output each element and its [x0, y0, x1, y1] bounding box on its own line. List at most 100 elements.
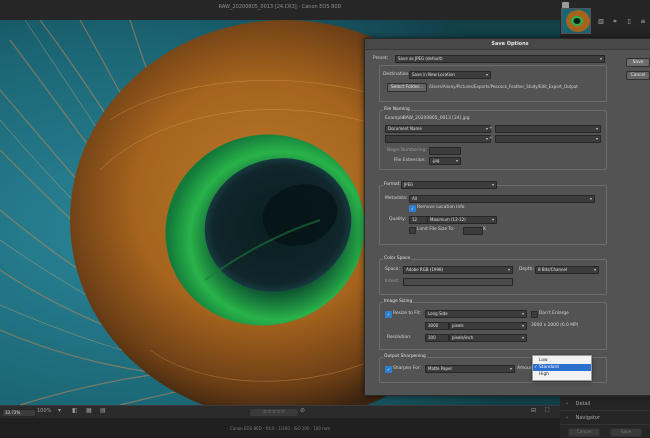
intent-label: Intent:: [385, 279, 400, 284]
panel-navigator[interactable]: › Navigator: [560, 410, 650, 425]
destination-select[interactable]: Save in New Location ▾: [409, 71, 491, 79]
limit-file-size-label: Limit File Size To:: [417, 227, 455, 232]
chevron-down-icon: ▾: [521, 335, 524, 340]
histogram-icon[interactable]: ▥: [597, 18, 605, 26]
fullscreen-icon[interactable]: ⛶: [545, 407, 549, 415]
resize-to-fit-value: Long Side: [428, 311, 448, 316]
resolution-unit-select[interactable]: pixels/inch ▾: [449, 334, 527, 342]
save-options-dialog: Save Options Preset: Save as JPEG (defau…: [364, 38, 650, 396]
depth-value: 8 Bits/Channel: [538, 267, 568, 272]
chevron-down-icon: ▾: [491, 182, 494, 187]
limit-file-size-input[interactable]: [463, 227, 483, 235]
split-view-icon[interactable]: ⊟: [531, 407, 536, 414]
destination-label: Destination:: [383, 72, 410, 77]
star-rating[interactable]: ☆☆☆☆☆: [250, 409, 298, 416]
chevron-down-icon: ▾: [485, 136, 488, 141]
preset-label: Preset:: [373, 56, 389, 61]
panel-histogram[interactable]: Cancel Save: [560, 424, 650, 438]
metadata-select[interactable]: All ▾: [409, 195, 595, 203]
metadata-label: Metadata:: [385, 196, 408, 201]
done-disabled-button: Save: [610, 428, 642, 437]
grid-icon[interactable]: ▦: [86, 407, 92, 414]
chevron-down-icon[interactable]: ▾: [58, 407, 61, 414]
trash-icon[interactable]: ▯: [625, 18, 633, 26]
quality-label: Quality:: [389, 217, 406, 222]
sharpen-for-value: Matte Paper: [428, 366, 453, 371]
file-extension-label: File Extension:: [394, 158, 426, 163]
amount-option-low[interactable]: Low: [533, 357, 591, 364]
status-text: Canon EOS 80D · f/4.0 · 1/160 · ISO 100 …: [229, 426, 331, 431]
panel-detail[interactable]: › Detail: [560, 396, 650, 411]
menu-icon[interactable]: ≡: [639, 18, 647, 26]
format-group: [379, 185, 607, 245]
space-value: Adobe RGB (1998): [406, 267, 444, 272]
format-title: Format:: [383, 182, 402, 188]
dimensions-readout: 3000 x 2000 (6.0 MP): [531, 323, 579, 328]
dont-enlarge-checkbox[interactable]: [531, 311, 538, 318]
cancel-button[interactable]: Cancel: [626, 71, 650, 80]
intent-select[interactable]: [403, 278, 513, 286]
select-folder-button[interactable]: Select Folder...: [387, 83, 427, 92]
quality-input[interactable]: 12: [409, 216, 429, 224]
depth-select[interactable]: 8 Bits/Channel ▾: [535, 266, 599, 274]
chevron-down-icon: ▾: [455, 158, 458, 163]
chevron-down-icon: ▾: [521, 311, 524, 316]
chevron-down-icon: ▾: [491, 217, 494, 222]
amount-option-high[interactable]: High: [533, 371, 591, 378]
amount-option-standard[interactable]: Standard: [533, 364, 591, 371]
amount-dropdown[interactable]: Low Standard High: [532, 355, 592, 381]
crop-icon[interactable]: ⌗: [611, 18, 619, 26]
file-extension-select[interactable]: .jpg ▾: [429, 157, 461, 165]
sharpen-for-label: Sharpen For:: [393, 366, 421, 371]
quality-preset-select[interactable]: Maximum (12-12) ▾: [427, 216, 497, 224]
chevron-down-icon: ▾: [485, 126, 488, 131]
metadata-value: All: [412, 196, 417, 201]
file-extension-value: .jpg: [432, 158, 440, 163]
zoom-percent[interactable]: 100%: [37, 408, 51, 414]
destination-value: Save in New Location: [412, 72, 455, 77]
naming-field-4[interactable]: ▾: [495, 135, 601, 143]
remove-location-checkbox[interactable]: ✓: [409, 205, 416, 212]
zoom-field[interactable]: 33.73%: [2, 409, 36, 417]
chevron-down-icon: ▾: [595, 126, 598, 131]
chevron-down-icon: ▾: [521, 323, 524, 328]
image-sizing-title: Image Sizing: [383, 299, 414, 305]
naming-field-2[interactable]: ▾: [495, 125, 601, 133]
sharpen-for-checkbox[interactable]: ✓: [385, 366, 392, 373]
format-value: JPEG: [404, 182, 414, 187]
size-unit-select[interactable]: pixels ▾: [449, 322, 527, 330]
limit-file-size-checkbox[interactable]: [409, 227, 416, 234]
title-bar: RAW_20200805_0013 [24.CR3] - Canon EOS 8…: [0, 0, 650, 20]
size-unit-value: pixels: [452, 323, 464, 328]
space-select[interactable]: Adobe RGB (1998) ▾: [403, 266, 513, 274]
document-name-value: Document Name: [388, 126, 422, 131]
dialog-title: Save Options: [365, 39, 650, 50]
document-name-select[interactable]: Document Name ▾: [385, 125, 491, 133]
bottom-toolbar: 33.73% 100% ▾ ◧ ▦ ▤ ☆☆☆☆☆ ⊘ ⊟ ⛶: [0, 405, 560, 419]
compare-icon[interactable]: ◧: [72, 407, 78, 414]
sharpen-for-select[interactable]: Matte Paper ▾: [425, 365, 515, 373]
color-space-group: [379, 259, 607, 295]
chevron-right-icon: ›: [566, 401, 568, 407]
chevron-down-icon: ▾: [599, 56, 602, 61]
resolution-label: Resolution:: [387, 335, 412, 340]
layout-icon[interactable]: ▤: [100, 407, 106, 414]
example-value: RAW_20200805_0013 [24].jpg: [403, 116, 470, 121]
naming-field-3[interactable]: ▾: [385, 135, 491, 143]
size-input[interactable]: 3000: [425, 322, 449, 330]
quality-preset-value: Maximum (12-12): [430, 217, 466, 222]
save-button[interactable]: Save: [626, 58, 650, 67]
space-label: Space:: [385, 267, 400, 272]
preset-select[interactable]: Save as JPEG (default) ▾: [395, 55, 605, 63]
resize-to-fit-checkbox[interactable]: ✓: [385, 311, 392, 318]
delete-icon[interactable]: ⊘: [300, 407, 305, 414]
begin-numbering-input[interactable]: [429, 147, 461, 155]
preset-value: Save as JPEG (default): [398, 56, 443, 61]
panel-navigator-label: Navigator: [575, 415, 601, 421]
chevron-right-icon: ›: [566, 415, 568, 421]
format-select[interactable]: JPEG ▾: [401, 181, 497, 189]
resolution-input[interactable]: 300: [425, 334, 449, 342]
plus-label: +: [489, 126, 493, 131]
resize-to-fit-select[interactable]: Long Side ▾: [425, 310, 527, 318]
thumbnail[interactable]: [561, 8, 591, 34]
